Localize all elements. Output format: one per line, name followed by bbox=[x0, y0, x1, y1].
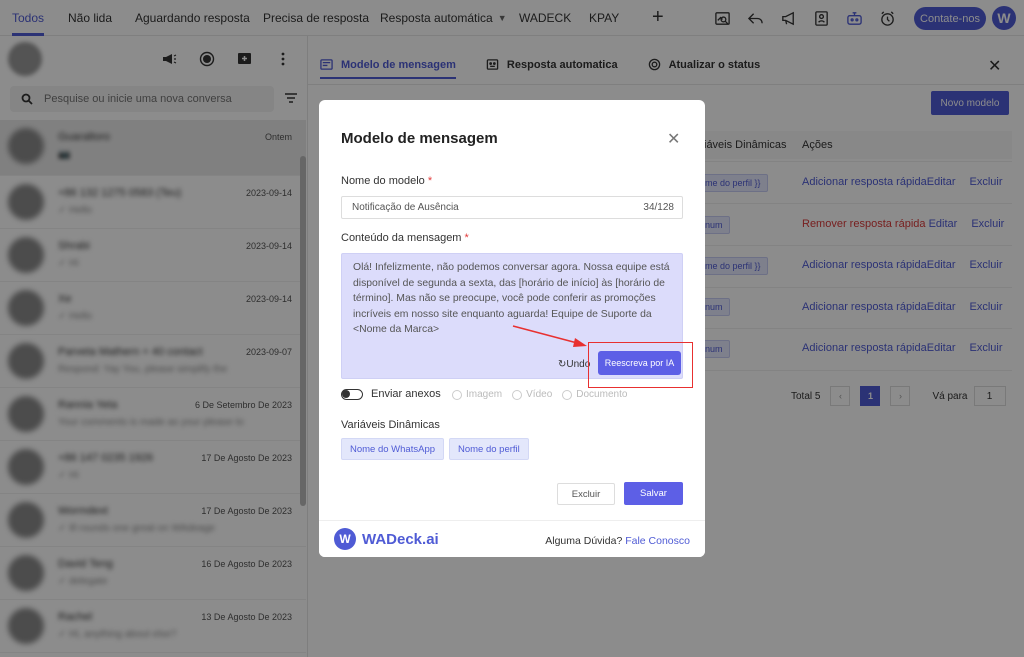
radio-document[interactable]: Documento bbox=[562, 389, 627, 400]
name-label: Nome do modelo bbox=[341, 175, 425, 187]
content-label: Conteúdo da mensagem bbox=[341, 232, 462, 244]
attachments-label: Enviar anexos bbox=[371, 388, 441, 400]
dynamic-vars-label: Variáveis Dinâmicas bbox=[341, 419, 440, 431]
field-label: Conteúdo da mensagem * bbox=[341, 232, 469, 244]
undo-icon: ↻ bbox=[558, 359, 567, 370]
annotation-arrow bbox=[512, 325, 587, 347]
template-name-field[interactable]: Notificação de Ausência 34/128 bbox=[341, 196, 683, 219]
close-icon[interactable]: ✕ bbox=[667, 129, 680, 149]
brand: W WADeck.ai bbox=[334, 528, 439, 550]
variable-whatsapp-name-button[interactable]: Nome do WhatsApp bbox=[341, 438, 445, 460]
brand-name: WADeck.ai bbox=[362, 530, 439, 548]
required-mark: * bbox=[464, 232, 469, 244]
undo-label: Undo bbox=[566, 359, 591, 370]
save-button[interactable]: Salvar bbox=[624, 482, 683, 505]
contact-link[interactable]: Fale Conosco bbox=[625, 535, 690, 547]
radio-label: Documento bbox=[576, 389, 628, 400]
modal-footer: W WADeck.ai Alguma Dúvida? Fale Conosco bbox=[319, 520, 705, 557]
field-label: Nome do modelo * bbox=[341, 175, 432, 187]
highlight-box bbox=[588, 342, 693, 388]
radio-label: Imagem bbox=[466, 389, 503, 400]
undo-button[interactable]: ↻ Undo bbox=[558, 359, 590, 370]
radio-label: Vídeo bbox=[526, 389, 553, 400]
attachments-toggle[interactable] bbox=[341, 388, 363, 400]
variable-profile-name-button[interactable]: Nome do perfil bbox=[449, 438, 529, 460]
brand-logo: W bbox=[334, 528, 356, 550]
cancel-button[interactable]: Excluir bbox=[557, 483, 615, 505]
required-mark: * bbox=[427, 175, 433, 187]
radio-video[interactable]: Vídeo bbox=[512, 389, 552, 400]
help-question: Alguma Dúvida? bbox=[545, 535, 623, 547]
help-text: Alguma Dúvida? Fale Conosco bbox=[545, 535, 690, 547]
char-counter: 34/128 bbox=[643, 202, 674, 213]
attachment-types: Imagem Vídeo Documento bbox=[452, 389, 637, 400]
template-name-value: Notificação de Ausência bbox=[352, 202, 459, 213]
radio-image[interactable]: Imagem bbox=[452, 389, 502, 400]
modal-title: Modelo de mensagem bbox=[341, 130, 498, 147]
template-modal: Modelo de mensagem ✕ Nome do modelo * No… bbox=[319, 100, 705, 557]
attachments-toggle-row: Enviar anexos bbox=[341, 388, 441, 400]
